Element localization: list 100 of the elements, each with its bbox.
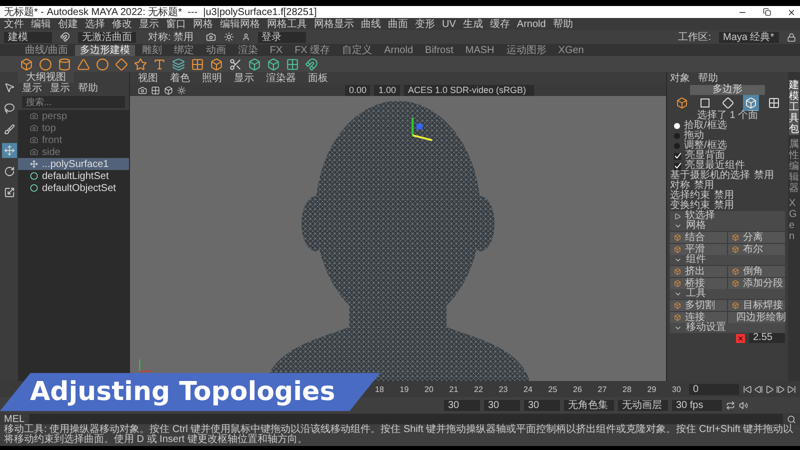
setting-dropdown[interactable]: 禁用 — [714, 201, 734, 211]
lock-icon[interactable] — [787, 32, 796, 42]
tool-button[interactable]: 结合 — [670, 232, 727, 243]
section-header[interactable]: 软选择 — [670, 211, 785, 221]
move-tool-button[interactable] — [2, 143, 16, 158]
shelf-tab[interactable]: 雕刻 — [136, 44, 167, 56]
scissors-icon[interactable] — [229, 58, 242, 70]
search-field[interactable]: 搜索... — [22, 96, 125, 108]
brush-tool-button[interactable] — [2, 122, 16, 137]
setting-dropdown[interactable]: 禁用 — [714, 191, 734, 201]
shelf-tab[interactable]: Arnold — [379, 44, 418, 56]
tool-button[interactable]: 平滑 — [670, 244, 727, 255]
shelf-tab[interactable]: XGen — [553, 44, 589, 56]
shelf-tab[interactable]: 运动图形 — [501, 44, 552, 56]
menu-item[interactable]: Arnold — [516, 18, 546, 30]
reset-icon[interactable] — [736, 334, 745, 342]
tool-button[interactable]: 桥接 — [670, 278, 727, 289]
menu-item[interactable]: 网格工具 — [267, 18, 307, 30]
text-icon[interactable] — [153, 58, 166, 70]
panel-menu-item[interactable]: 帮助 — [698, 72, 718, 85]
tool-button[interactable]: 分离 — [728, 232, 785, 243]
section-header[interactable]: 工具 — [670, 289, 785, 299]
cylinder-icon[interactable] — [58, 58, 71, 70]
magnet-icon[interactable] — [305, 58, 318, 70]
close-icon[interactable] — [787, 8, 796, 16]
range-field[interactable]: 30 — [484, 400, 520, 410]
restore-icon[interactable] — [763, 8, 771, 16]
camera-icon[interactable] — [138, 86, 147, 94]
menu-item[interactable]: 网格 — [193, 18, 213, 30]
menu-item[interactable]: 创建 — [58, 18, 78, 30]
shelf-tab[interactable]: 自定义 — [337, 44, 378, 56]
outliner-menu-item[interactable]: 显示 — [22, 83, 42, 94]
outliner-title[interactable]: 大纲视图 — [18, 72, 74, 83]
checkbox[interactable] — [674, 162, 681, 170]
viewport-menu-item[interactable]: 渲染器 — [266, 72, 296, 84]
light-icon[interactable] — [177, 86, 186, 94]
range-field[interactable]: 30 — [444, 400, 480, 410]
tool-button[interactable]: 布尔 — [728, 244, 785, 255]
tool-button[interactable]: 多切割 — [670, 300, 727, 311]
component-mode-button[interactable] — [742, 95, 758, 111]
section-header[interactable]: 移动设置 — [670, 323, 785, 333]
cube-icon[interactable] — [210, 58, 223, 70]
fps-dropdown[interactable]: 30 fps — [672, 400, 722, 410]
range-field[interactable]: 30 — [524, 400, 560, 410]
menu-item[interactable]: UV — [442, 18, 456, 30]
login-dropdown[interactable]: 登录 — [258, 32, 306, 42]
menu-item[interactable]: 选择 — [85, 18, 105, 30]
menu-item[interactable]: 修改 — [112, 18, 132, 30]
tool-button[interactable]: 挤出 — [670, 266, 727, 277]
value-field[interactable]: 0.00 — [344, 84, 370, 96]
menu-item[interactable]: 文件 — [4, 18, 24, 30]
color-space-dropdown[interactable]: ACES 1.0 SDR-video (sRGB) — [404, 84, 534, 96]
menu-item[interactable]: 帮助 — [552, 18, 573, 30]
menu-item[interactable]: 网格显示 — [314, 18, 354, 30]
outliner-item[interactable]: defaultLightSet — [18, 170, 129, 182]
character-set-dropdown[interactable]: 无角色集 — [564, 400, 614, 410]
section-header[interactable]: 组件 — [670, 255, 785, 265]
side-tab[interactable]: 建模工具包 — [789, 80, 799, 135]
outliner-menu-item[interactable]: 显示 — [50, 83, 70, 94]
shelf-tab[interactable]: Bifrost — [420, 44, 458, 56]
menu-item[interactable]: 编辑 — [31, 18, 51, 30]
sound-icon[interactable] — [739, 400, 748, 410]
shelf-tab[interactable]: 渲染 — [232, 44, 263, 56]
menu-item[interactable]: 缓存 — [490, 18, 510, 30]
tool-button[interactable]: 连接 — [670, 312, 727, 323]
cube-icon[interactable] — [20, 58, 33, 70]
cube-icon[interactable] — [164, 86, 173, 94]
anim-layer-dropdown[interactable]: 无动画层 — [618, 400, 668, 410]
side-tab[interactable]: XGen — [789, 198, 799, 242]
surface-dropdown[interactable]: 无激活曲面 — [78, 32, 136, 42]
light-icon[interactable] — [224, 32, 234, 42]
section-header[interactable]: 网格 — [670, 221, 785, 231]
lasso-tool-button[interactable] — [2, 101, 16, 116]
tool-button[interactable]: 添加分段 — [728, 278, 785, 289]
side-tab[interactable]: 属性编辑器 — [789, 139, 799, 194]
outliner-item[interactable]: ...polySurface1 — [18, 158, 129, 170]
viewport-menu-item[interactable]: 照明 — [202, 72, 222, 84]
layers-icon[interactable] — [172, 58, 185, 70]
menu-item[interactable]: 生成 — [462, 18, 483, 30]
star-icon[interactable] — [134, 58, 147, 70]
menu-item[interactable]: 窗口 — [166, 18, 186, 30]
menu-item[interactable]: 曲线 — [361, 18, 381, 30]
move-manipulator-icon[interactable] — [412, 118, 432, 142]
shelf-tab[interactable]: 曲线/曲面 — [20, 44, 73, 56]
skip-back-icon[interactable] — [743, 384, 752, 394]
magnet-icon[interactable] — [60, 32, 70, 42]
sphere-icon[interactable] — [39, 58, 52, 70]
tool-button[interactable]: 倒角 — [728, 266, 785, 277]
tool-button[interactable]: 目标焊接 — [728, 300, 785, 311]
current-frame-field[interactable]: 0 — [689, 384, 739, 394]
skip-forward-icon[interactable] — [787, 384, 796, 394]
outliner-menu-item[interactable]: 帮助 — [78, 83, 98, 94]
step-forward-icon[interactable] — [776, 384, 785, 394]
shelf-tab[interactable]: 多边形建模 — [74, 44, 135, 56]
grid-icon[interactable] — [191, 58, 204, 70]
shelf-tab[interactable]: FX 缓存 — [290, 44, 336, 56]
setting-dropdown[interactable]: 禁用 — [694, 181, 714, 191]
viewport-menu-item[interactable]: 显示 — [234, 72, 254, 84]
menu-item[interactable]: 变形 — [415, 18, 435, 30]
shelf-tab[interactable]: FX — [264, 44, 288, 56]
